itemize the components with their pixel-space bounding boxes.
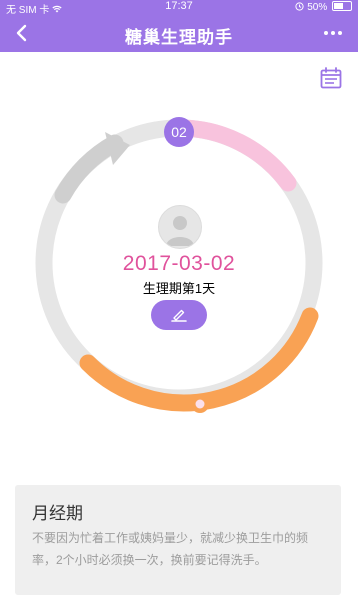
battery-indicator: 50% (295, 1, 352, 13)
cycle-ring-past-arc (54, 134, 124, 204)
battery-icon (332, 1, 352, 11)
phase-tip-title: 月经期 (32, 504, 83, 523)
alarm-icon (295, 2, 305, 11)
nav-bar: 糖巢生理助手 (0, 14, 358, 52)
edit-button[interactable] (151, 300, 207, 330)
cycle-arrow-head (105, 132, 130, 165)
avatar[interactable] (158, 205, 202, 249)
day-badge[interactable]: 02 (164, 117, 194, 147)
calendar-button[interactable] (319, 66, 343, 90)
phase-tip-card: 月经期 不要因为忙着工作或姨妈量少，就减少换卫生巾的频率，2个小时必须换一次，换… (15, 485, 341, 595)
pencil-icon (171, 309, 187, 322)
phase-tip-text: 不要因为忙着工作或姨妈量少，就减少换卫生巾的频率，2个小时必须换一次，换前要记得… (32, 531, 309, 567)
more-button[interactable] (318, 19, 348, 47)
cycle-date: 2017-03-02 (122, 252, 236, 275)
status-bar: 无 SIM 卡 17:37 50% (0, 0, 358, 16)
calendar-icon (320, 67, 342, 89)
cycle-ring-marker-dot (195, 399, 205, 409)
page-title: 糖巢生理助手 (125, 28, 233, 47)
battery-percent: 50% (307, 2, 328, 13)
cycle-phase: 生理期第1天 (142, 281, 216, 296)
cycle-ring-period-arc (79, 307, 319, 412)
user-icon (166, 216, 194, 246)
cycle-ring-marker (191, 395, 209, 413)
more-dots-icon (324, 31, 328, 35)
cycle-ring-upcoming-arc (170, 119, 297, 192)
